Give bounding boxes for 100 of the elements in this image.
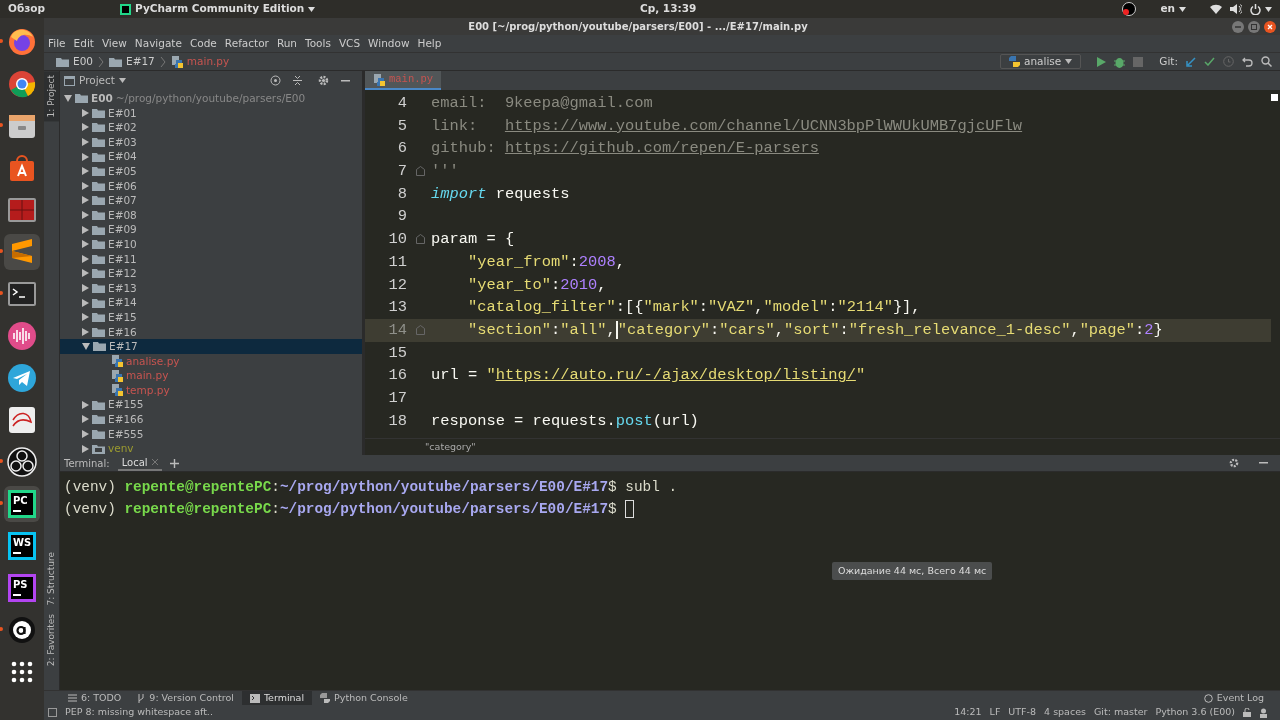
tree-item[interactable]: venv: [108, 441, 134, 455]
tree-item[interactable]: E#13: [108, 280, 137, 296]
menu-item[interactable]: Code: [189, 35, 217, 52]
tree-item[interactable]: E#12: [108, 266, 137, 281]
folder-icon: [92, 210, 105, 221]
browser-icon[interactable]: [7, 27, 37, 57]
wifi-icon[interactable]: [1210, 4, 1222, 14]
tree-item[interactable]: E#06: [108, 178, 137, 194]
tree-item[interactable]: E#05: [108, 163, 137, 179]
menu-item[interactable]: Refactor: [224, 35, 269, 52]
tool-window-tab[interactable]: 7: Structure: [44, 548, 59, 610]
app-logo[interactable]: WS: [8, 532, 36, 560]
expand-arrow-icon[interactable]: [64, 94, 72, 102]
undo-icon[interactable]: [1242, 56, 1253, 67]
breadcrumb[interactable]: "category": [425, 441, 476, 452]
tool-window-button[interactable]: 6: TODO: [60, 691, 130, 705]
terminal-icon[interactable]: [7, 281, 37, 307]
menu-item[interactable]: Tools: [305, 35, 331, 52]
shopping-bag-icon[interactable]: [8, 154, 36, 182]
status-item[interactable]: Python 3.6 (E00): [1155, 705, 1235, 720]
add-icon[interactable]: [169, 458, 179, 468]
menu-item[interactable]: VCS: [338, 35, 361, 52]
tree-item[interactable]: E#16: [108, 324, 137, 340]
tree-item[interactable]: E#14: [108, 295, 137, 310]
search-icon[interactable]: [1261, 56, 1272, 67]
tree-item[interactable]: E#04: [108, 149, 137, 164]
app-menu[interactable]: PyCharm Community Edition: [120, 1, 640, 17]
line-number: 16: [387, 365, 408, 387]
update-arrow-icon[interactable]: [1186, 56, 1196, 67]
tree-item[interactable]: E#10: [108, 236, 137, 252]
inspector-icon[interactable]: [1259, 707, 1268, 718]
tree-item[interactable]: E00: [91, 91, 113, 106]
caret-icon: [308, 6, 316, 12]
tool-window-button[interactable]: 9: Version Control: [129, 691, 242, 705]
tree-item[interactable]: E#555: [108, 426, 144, 442]
letter-circle-icon[interactable]: [8, 616, 36, 644]
tool-window-tab[interactable]: 2: Favorites: [44, 609, 59, 670]
tree-item[interactable]: E#01: [108, 105, 137, 121]
clock[interactable]: Ср, 13:39: [640, 2, 697, 15]
language-menu[interactable]: en: [1160, 1, 1186, 17]
document-icon[interactable]: [8, 406, 36, 434]
folder-icon: [92, 414, 105, 425]
tree-item[interactable]: E#166: [108, 412, 144, 427]
breadcrumb[interactable]: E#17: [105, 53, 159, 70]
waveform-icon[interactable]: [7, 321, 37, 351]
tree-item[interactable]: E#02: [108, 120, 137, 135]
status-item[interactable]: Git: master: [1093, 705, 1148, 720]
tree-item[interactable]: E#09: [108, 222, 137, 237]
bug-icon[interactable]: [1114, 55, 1126, 68]
menu-item[interactable]: Window: [368, 35, 410, 52]
locate-icon[interactable]: [270, 75, 281, 86]
project-view-dropdown[interactable]: Project: [79, 72, 126, 89]
volume-icon[interactable]: [1230, 4, 1242, 14]
menu-item[interactable]: Help: [417, 35, 442, 52]
file-cabinet-icon[interactable]: [8, 112, 36, 140]
gear-icon[interactable]: [318, 75, 329, 86]
monitor-icon[interactable]: [7, 197, 37, 223]
folder-path: ~/prog/python/youtube/parsers/E00: [115, 91, 306, 106]
tree-item[interactable]: E#03: [108, 134, 137, 150]
tree-item[interactable]: E#11: [108, 251, 137, 267]
power-icon[interactable]: [1250, 3, 1261, 15]
menu-item[interactable]: File: [48, 35, 66, 52]
minimize-button[interactable]: [1232, 20, 1244, 33]
recording-icon[interactable]: [1122, 2, 1137, 16]
menu-item[interactable]: Run: [276, 35, 298, 52]
close-button[interactable]: [1264, 20, 1276, 33]
panel-toggle-icon[interactable]: [48, 708, 57, 717]
menu-item[interactable]: View: [101, 35, 127, 52]
status-item[interactable]: 4 spaces: [1044, 705, 1086, 720]
app-logo[interactable]: PC: [8, 490, 36, 518]
tree-item[interactable]: E#17: [109, 339, 138, 354]
fold-icon[interactable]: [415, 166, 425, 177]
minimize-icon[interactable]: [341, 79, 350, 82]
tool-window-button[interactable]: Terminal: [241, 691, 313, 705]
run-configuration-dropdown[interactable]: analise: [1000, 54, 1082, 69]
tool-window-button[interactable]: Python Console: [312, 691, 416, 705]
menu-item[interactable]: Navigate: [134, 35, 182, 52]
check-icon[interactable]: [1204, 57, 1215, 66]
tree-item[interactable]: E#15: [108, 309, 137, 325]
tree-item[interactable]: E#155: [108, 397, 144, 413]
gear-icon[interactable]: [1229, 458, 1239, 468]
app-logo[interactable]: PS: [8, 574, 36, 602]
activities-button[interactable]: Обзор: [8, 2, 46, 15]
tree-item[interactable]: E#08: [108, 207, 137, 223]
sublime-icon[interactable]: [9, 238, 35, 266]
collapse-icon[interactable]: [293, 75, 302, 86]
obs-icon[interactable]: [7, 447, 37, 477]
breadcrumb[interactable]: E00: [52, 53, 97, 70]
tree-item[interactable]: E#07: [108, 193, 137, 208]
run-icon[interactable]: [1097, 56, 1107, 67]
status-item[interactable]: LF: [989, 705, 1001, 720]
browser-icon[interactable]: [7, 69, 37, 99]
fold-icon[interactable]: [415, 234, 425, 245]
menu-item[interactable]: Edit: [73, 35, 94, 52]
event-log-button[interactable]: Event Log: [1195, 691, 1272, 705]
status-item[interactable]: 14:21: [954, 705, 982, 720]
status-item[interactable]: UTF-8: [1008, 705, 1037, 720]
app-grid-icon[interactable]: [10, 660, 34, 684]
tool-window-tab[interactable]: 1: Project: [44, 71, 59, 122]
paper-plane-icon[interactable]: [7, 363, 37, 393]
